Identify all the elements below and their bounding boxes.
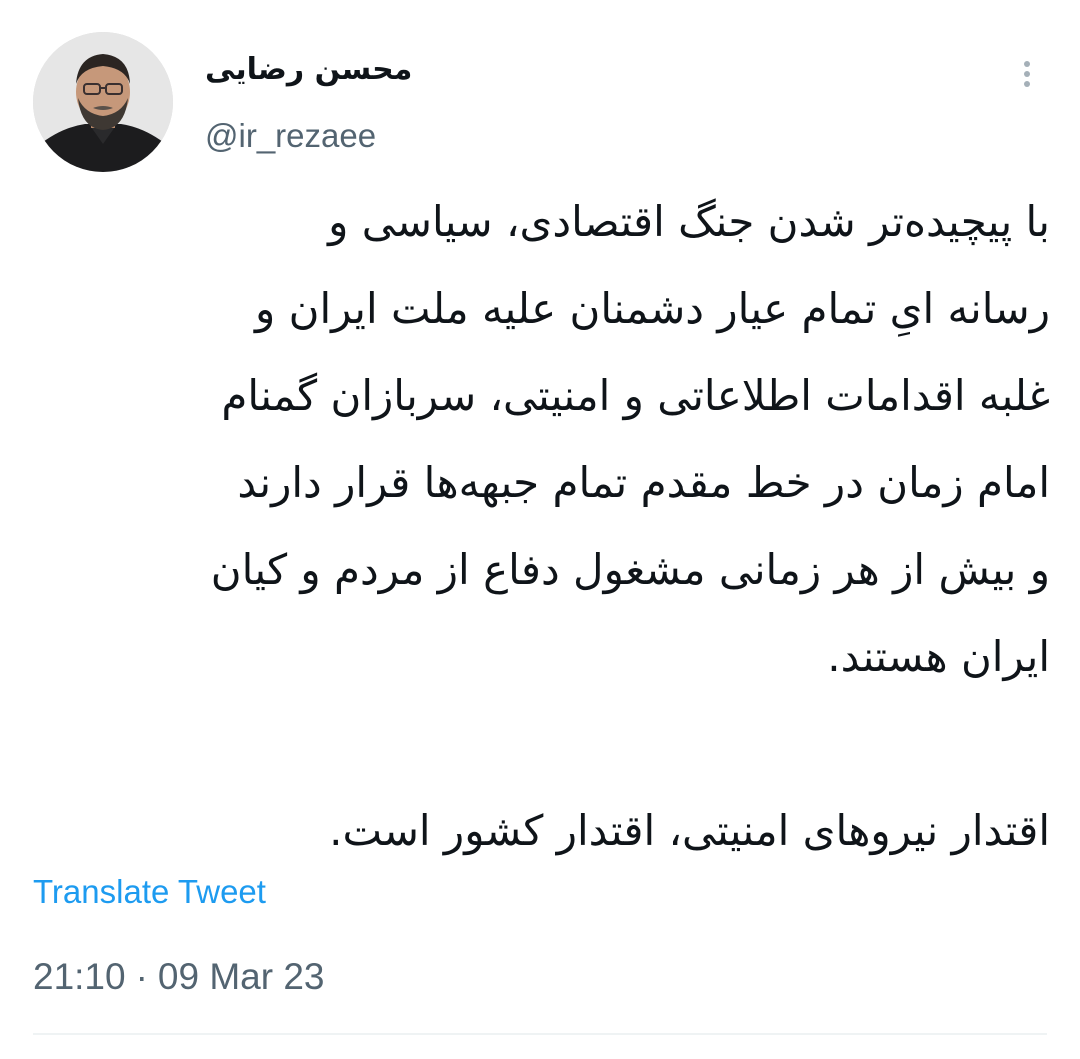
tweet-date: 09 Mar 23 bbox=[157, 956, 325, 997]
more-options-button[interactable] bbox=[1005, 52, 1049, 96]
tweet-text: با پیچیده‌تر شدن جنگ اقتصادی، سیاسی و رس… bbox=[210, 197, 1050, 855]
author-handle[interactable]: @ir_rezaee bbox=[205, 113, 376, 159]
more-vertical-icon bbox=[1024, 61, 1030, 87]
tweet-timestamp[interactable]: 21:10 · 09 Mar 23 bbox=[33, 953, 325, 1001]
divider bbox=[33, 1033, 1047, 1035]
author-display-name[interactable]: محسن رضایی bbox=[205, 48, 412, 92]
timestamp-separator: · bbox=[135, 956, 148, 997]
avatar-photo-icon bbox=[33, 32, 173, 172]
avatar[interactable] bbox=[33, 32, 173, 172]
tweet: محسن رضایی @ir_rezaee با پیچیده‌تر شدن ج… bbox=[0, 0, 1080, 1059]
tweet-time: 21:10 bbox=[33, 956, 126, 997]
translate-tweet-link[interactable]: Translate Tweet bbox=[33, 870, 266, 914]
